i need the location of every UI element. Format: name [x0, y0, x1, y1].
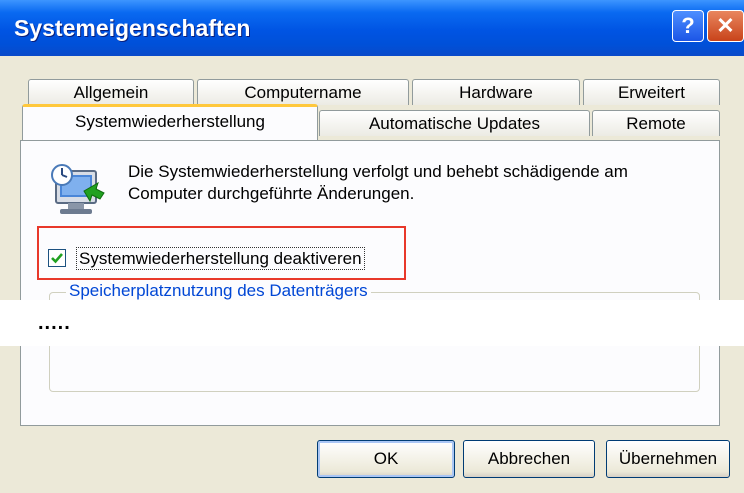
apply-button[interactable]: Übernehmen [606, 440, 730, 478]
tab-erweitert[interactable]: Erweitert [583, 79, 720, 105]
description-line-1: Die Systemwiederherstellung verfolgt und… [128, 162, 628, 181]
checkmark-icon [51, 253, 63, 264]
help-button[interactable]: ? [672, 10, 704, 42]
description-line-2: Computer durchgeführte Änderungen. [128, 184, 415, 203]
system-restore-icon [48, 163, 108, 226]
title-bar: Systemeigenschaften ? ✕ [0, 0, 744, 56]
disable-restore-checkbox[interactable] [48, 249, 66, 267]
masked-text: ..... [38, 312, 71, 334]
close-button[interactable]: ✕ [707, 10, 744, 42]
window-title: Systemeigenschaften [14, 15, 251, 41]
tab-systemwiederherstellung[interactable]: Systemwiederherstellung [22, 104, 318, 140]
tab-allgemein[interactable]: Allgemein [28, 79, 194, 105]
tab-remote[interactable]: Remote [592, 110, 720, 136]
tab-computername[interactable]: Computername [197, 79, 409, 105]
group-label: Speicherplatznutzung des Datenträgers [66, 281, 371, 301]
tab-automatische-updates[interactable]: Automatische Updates [319, 110, 590, 136]
redaction-band [0, 300, 744, 346]
description-text: Die Systemwiederherstellung verfolgt und… [128, 161, 708, 205]
ok-button[interactable]: OK [317, 440, 455, 478]
tab-hardware[interactable]: Hardware [412, 79, 580, 105]
cancel-button[interactable]: Abbrechen [463, 440, 595, 478]
checkbox-label[interactable]: Systemwiederherstellung deaktiveren [76, 247, 365, 270]
